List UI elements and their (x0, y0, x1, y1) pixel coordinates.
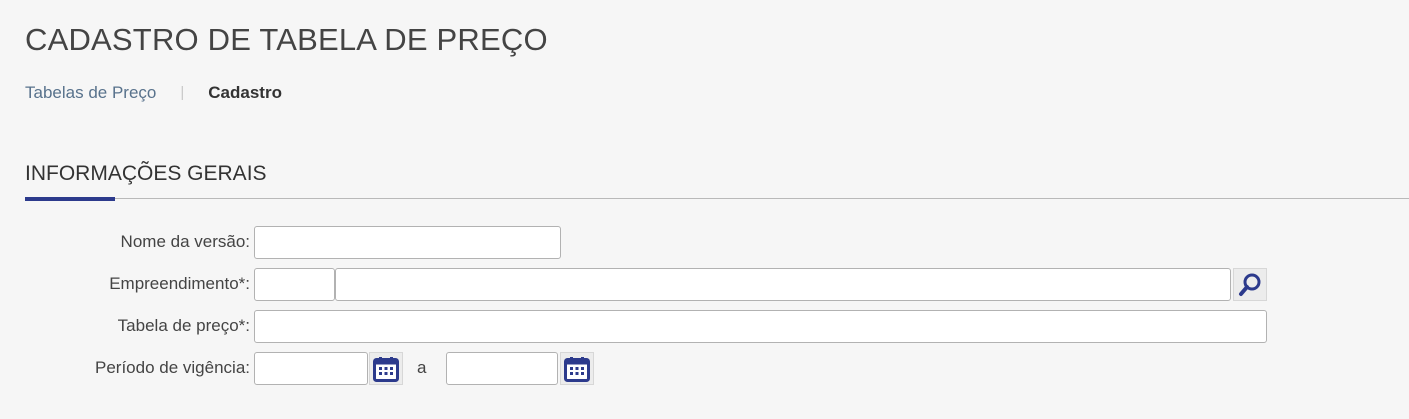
empreendimento-name-input[interactable] (335, 268, 1231, 301)
empreendimento-code-input[interactable] (254, 268, 335, 301)
page-title: CADASTRO DE TABELA DE PREÇO (25, 22, 548, 57)
tabela-preco-label: Tabela de preço*: (117, 316, 250, 335)
tabela-preco-input[interactable] (254, 310, 1267, 343)
section-title-informacoes-gerais: INFORMAÇÕES GERAIS (25, 162, 267, 185)
periodo-inicio-calendar-button[interactable] (369, 352, 403, 385)
calendar-icon (373, 356, 399, 382)
periodo-fim-input[interactable] (446, 352, 558, 385)
periodo-vigencia-label: Período de vigência: (95, 358, 250, 377)
breadcrumb-separator: | (180, 84, 185, 101)
breadcrumb-link-tabelas-de-preco[interactable]: Tabelas de Preço (25, 83, 156, 103)
empreendimento-label: Empreendimento*: (109, 274, 250, 293)
periodo-range-separator: a (417, 358, 427, 377)
search-icon (1237, 272, 1263, 298)
periodo-inicio-input[interactable] (254, 352, 368, 385)
empreendimento-search-button[interactable] (1233, 268, 1267, 301)
calendar-icon (564, 356, 590, 382)
periodo-fim-calendar-button[interactable] (560, 352, 594, 385)
section-divider (25, 198, 1409, 199)
breadcrumb-current-cadastro: Cadastro (208, 83, 282, 102)
breadcrumb: Tabelas de Preço | Cadastro (25, 83, 282, 103)
nome-versao-label: Nome da versão: (120, 232, 250, 251)
section-accent-bar (25, 197, 115, 201)
nome-versao-input[interactable] (254, 226, 561, 259)
